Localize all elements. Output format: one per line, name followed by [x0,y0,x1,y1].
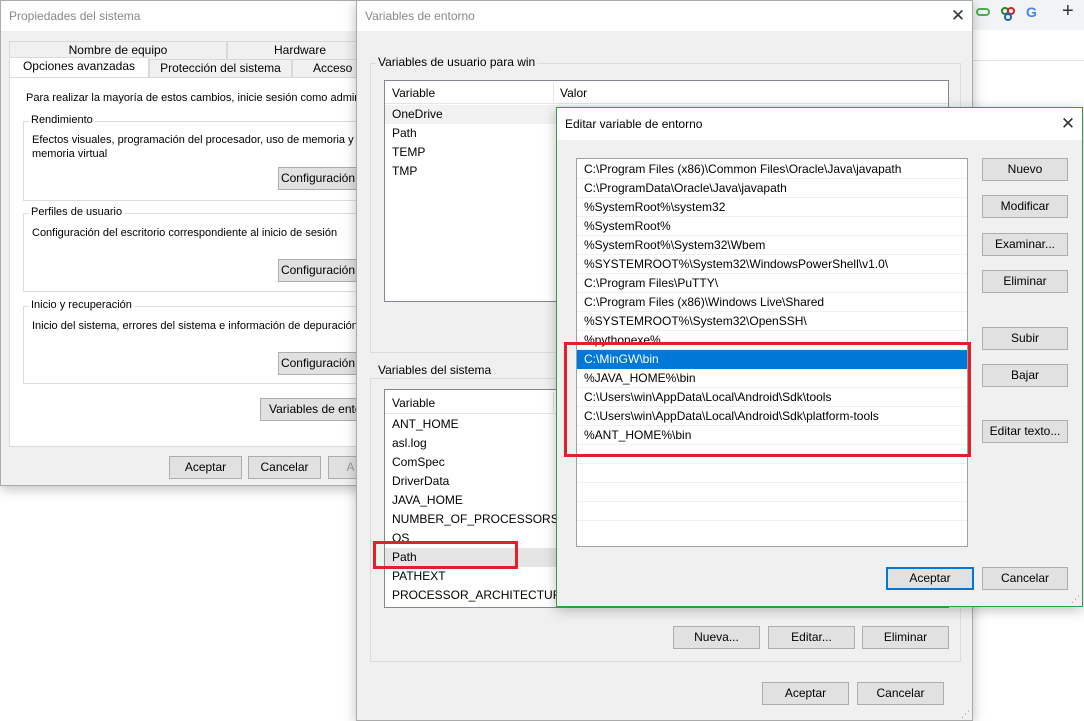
eliminar-button[interactable]: Eliminar [982,270,1068,293]
perfiles-title: Perfiles de usuario [29,206,125,218]
path-entry[interactable]: C:\Program Files (x86)\Common Files\Orac… [577,160,967,179]
path-entry[interactable]: C:\ProgramData\Oracle\Java\javapath [577,179,967,198]
system-properties-title: Propiedades del sistema [9,9,141,23]
env-ok-button[interactable]: Aceptar [762,682,849,705]
inicio-desc: Inicio del sistema, errores del sistema … [32,320,358,332]
edit-variable-title: Editar variable de entorno [565,117,703,131]
tab-panel: Para realizar la mayoría de estos cambio… [9,77,376,447]
rendimiento-config-button[interactable]: Configuración... [278,167,368,190]
extension-toggle-icon[interactable] [976,8,990,16]
resize-grip-icon[interactable]: ⋰ [961,709,971,719]
browser-toolbar: G + [960,0,1084,30]
path-entry-empty[interactable] [577,521,967,540]
path-highlight-box [373,541,518,569]
env-close-icon[interactable]: ✕ [945,5,971,27]
rendimiento-desc-1: Efectos visuales, programación del proce… [32,134,354,146]
path-entry[interactable]: %SystemRoot% [577,217,967,236]
col-divider[interactable] [553,83,554,102]
extension-puzzle-icon[interactable] [1000,6,1016,22]
nuevo-button[interactable]: Nuevo [982,158,1068,181]
env-cancel-button[interactable]: Cancelar [857,682,944,705]
new-tab-icon[interactable]: + [1062,0,1074,23]
admin-note: Para realizar la mayoría de estos cambio… [26,92,376,104]
path-entry-empty[interactable] [577,502,967,521]
system-properties-window: Propiedades del sistema Nombre de equipo… [0,0,376,486]
edit-cancel-button[interactable]: Cancelar [982,567,1068,590]
rendimiento-desc-2: memoria virtual [32,148,108,160]
system-col-divider[interactable] [553,392,554,412]
tab-hardware[interactable]: Hardware [227,41,373,60]
bajar-button[interactable]: Bajar [982,364,1068,387]
tab-proteccion-sistema[interactable]: Protección del sistema [149,59,292,78]
env-variables-title: Variables de entorno [365,9,475,23]
path-entry[interactable]: %SYSTEMROOT%\System32\WindowsPowerShell\… [577,255,967,274]
new-entries-highlight-box [564,342,971,457]
new-system-var-button[interactable]: Nueva... [673,626,760,649]
col-valor[interactable]: Valor [560,86,587,100]
subir-button[interactable]: Subir [982,327,1068,350]
system-vars-title: Variables del sistema [376,363,494,377]
system-col-variable[interactable]: Variable [392,396,435,410]
inicio-title: Inicio y recuperación [29,299,134,311]
path-entry[interactable]: C:\Program Files\PuTTY\ [577,274,967,293]
env-variables-button[interactable]: Variables de entorno... [260,398,368,421]
edit-system-var-button[interactable]: Editar... [768,626,855,649]
system-ok-button[interactable]: Aceptar [169,456,242,479]
google-icon[interactable]: G [1026,4,1037,20]
editar-texto-button[interactable]: Editar texto... [982,420,1068,443]
path-entry-empty[interactable] [577,464,967,483]
perfiles-config-button[interactable]: Configuración... [278,259,368,282]
modificar-button[interactable]: Modificar [982,195,1068,218]
path-entry-empty[interactable] [577,483,967,502]
path-entry[interactable]: %SystemRoot%\system32 [577,198,967,217]
env-variables-titlebar: Variables de entorno [357,1,972,31]
browser-sidebar-line [971,60,1084,61]
rendimiento-title: Rendimiento [29,114,95,126]
edit-close-icon[interactable]: ✕ [1055,113,1081,135]
path-entry[interactable]: %SYSTEMROOT%\System32\OpenSSH\ [577,312,967,331]
edit-variable-window: Editar variable de entorno ✕ C:\Program … [556,107,1083,607]
path-entry[interactable]: %SystemRoot%\System32\Wbem [577,236,967,255]
tab-opciones-avanzadas[interactable]: Opciones avanzadas [9,57,149,78]
col-variable[interactable]: Variable [392,86,435,100]
edit-variable-titlebar: Editar variable de entorno [557,108,1082,140]
perfiles-desc: Configuración del escritorio correspondi… [32,227,338,239]
examinar-button[interactable]: Examinar... [982,233,1068,256]
delete-system-var-button[interactable]: Eliminar [862,626,949,649]
edit-ok-button[interactable]: Aceptar [886,567,974,590]
edit-resize-grip-icon[interactable]: ⋰ [1071,594,1081,604]
inicio-config-button[interactable]: Configuración... [278,352,368,375]
system-cancel-button[interactable]: Cancelar [248,456,321,479]
system-properties-titlebar: Propiedades del sistema [1,1,371,31]
path-entry[interactable]: C:\Program Files (x86)\Windows Live\Shar… [577,293,967,312]
user-vars-header: Variable Valor [385,81,948,104]
user-vars-title: Variables de usuario para win [376,55,538,69]
